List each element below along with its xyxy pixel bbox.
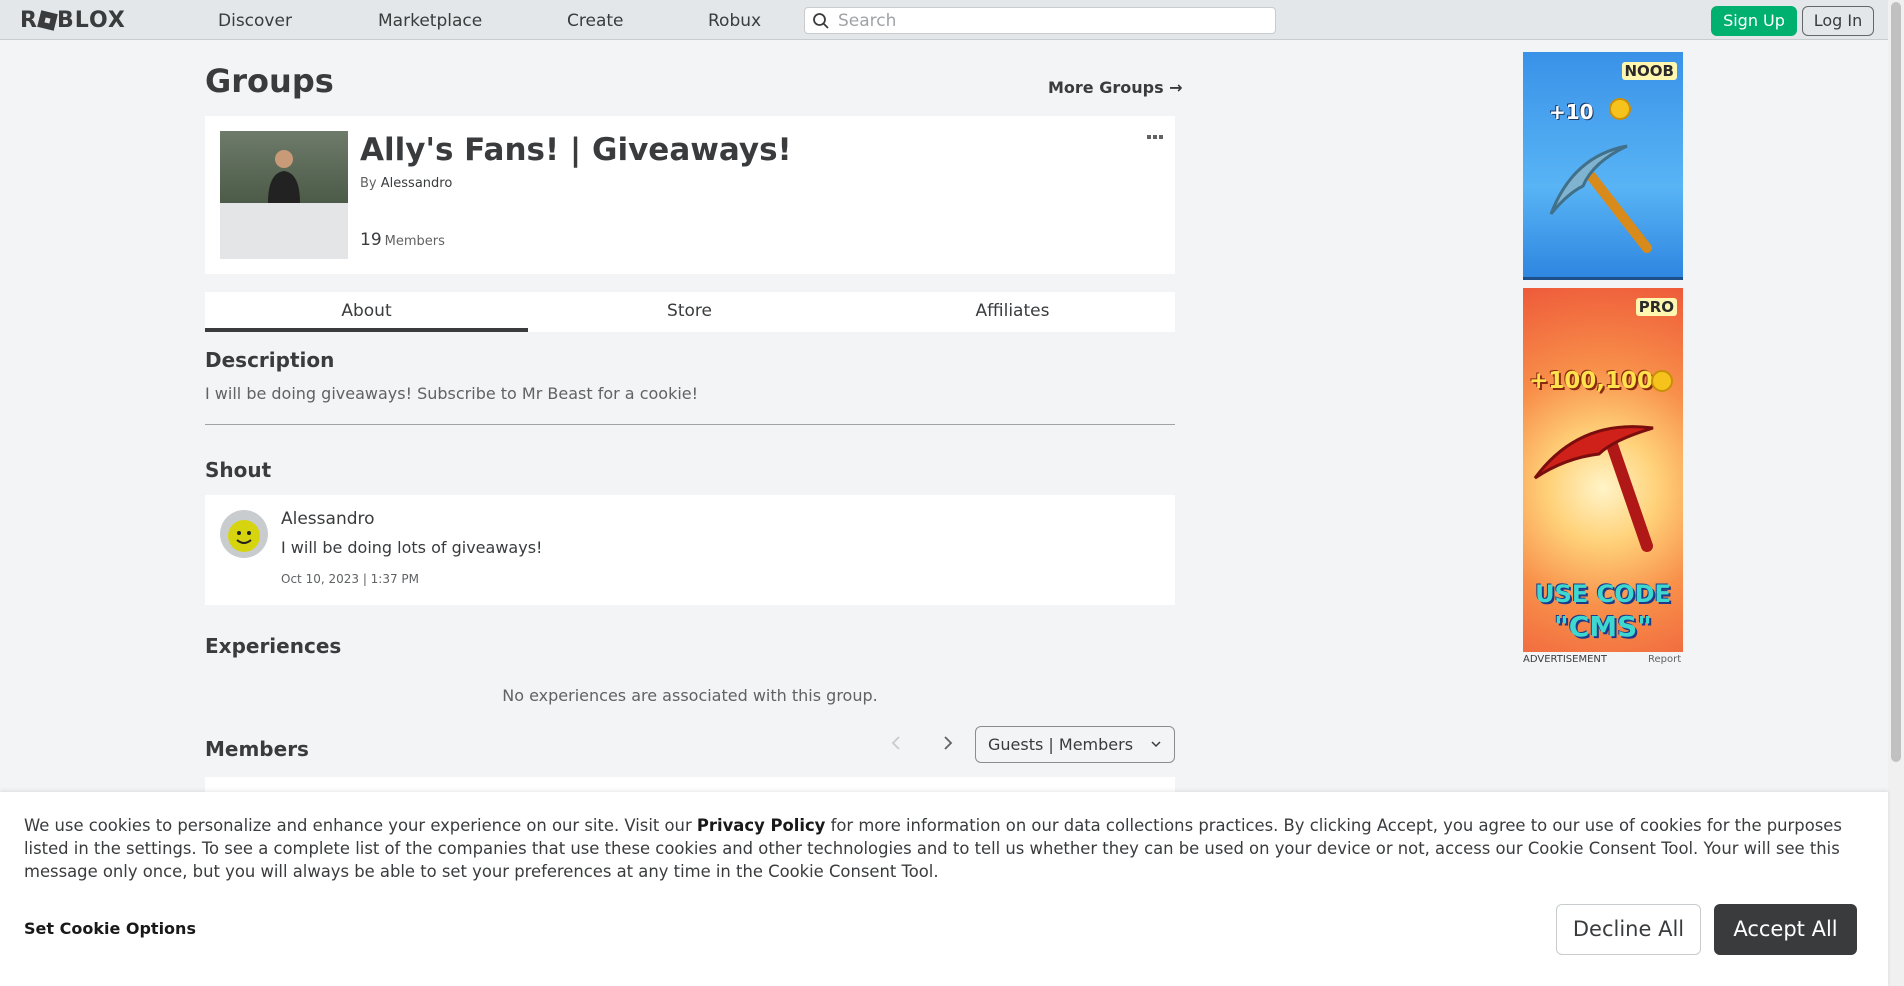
shout-body: I will be doing lots of giveaways!	[281, 538, 543, 557]
description-heading: Description	[205, 348, 335, 372]
roblox-logo[interactable]: R BLOX	[20, 8, 126, 33]
scrollbar-thumb[interactable]	[1891, 2, 1901, 762]
tab-store[interactable]: Store	[528, 292, 851, 332]
page-title: Groups	[205, 62, 334, 100]
cookie-banner: We use cookies to personalize and enhanc…	[0, 792, 1888, 986]
advertisement-banner-top[interactable]: NOOB +10	[1523, 52, 1683, 280]
role-select-value: Guests | Members	[988, 735, 1134, 754]
more-groups-link[interactable]: More Groups →	[1048, 78, 1183, 97]
pickaxe-icon	[1533, 425, 1654, 552]
member-count-label: Members	[384, 234, 445, 249]
chevron-left-icon[interactable]	[886, 732, 906, 754]
decline-all-button[interactable]: Decline All	[1556, 904, 1701, 955]
by-prefix: By	[360, 176, 377, 191]
shout-author[interactable]: Alessandro	[281, 509, 375, 529]
experiences-heading: Experiences	[205, 634, 342, 658]
ad-amount: +10	[1549, 100, 1594, 124]
nav-create[interactable]: Create	[567, 11, 624, 31]
description-text: I will be doing giveaways! Subscribe to …	[205, 384, 699, 403]
search-box[interactable]	[804, 7, 1276, 34]
cookie-message: We use cookies to personalize and enhanc…	[24, 814, 1854, 883]
advertisement-label: ADVERTISEMENT	[1523, 654, 1608, 665]
members-heading: Members	[205, 737, 309, 761]
pickaxe-icon	[1549, 144, 1652, 253]
signup-button[interactable]: Sign Up	[1711, 6, 1797, 36]
ad-code-line1: USE CODE	[1535, 580, 1671, 608]
person-figure-icon	[268, 150, 300, 203]
role-select-dropdown[interactable]: Guests | Members	[975, 726, 1175, 763]
group-member-count: 19 Members	[360, 230, 445, 250]
ad-pro-badge: PRO	[1635, 298, 1677, 316]
coin-icon	[1609, 98, 1631, 120]
set-cookie-options-link[interactable]: Set Cookie Options	[24, 919, 196, 938]
chevron-down-icon	[1151, 741, 1161, 748]
nav-discover[interactable]: Discover	[218, 11, 292, 31]
cookie-text-before: We use cookies to personalize and enhanc…	[24, 816, 697, 835]
ad-amount: +100,100	[1529, 368, 1654, 394]
chevron-right-icon[interactable]	[938, 732, 958, 754]
section-divider	[205, 424, 1175, 425]
ad-code-line2: "CMS"	[1554, 610, 1652, 643]
group-name: Ally's Fans! | Giveaways!	[360, 132, 792, 168]
nav-robux[interactable]: Robux	[708, 11, 761, 31]
group-tabs: About Store Affiliates	[205, 292, 1175, 332]
avatar[interactable]	[220, 510, 268, 558]
search-input[interactable]	[838, 10, 1258, 32]
tab-affiliates[interactable]: Affiliates	[851, 292, 1174, 332]
no-experiences-message: No experiences are associated with this …	[502, 686, 878, 705]
group-owner-line: By Alessandro	[360, 176, 452, 191]
login-button[interactable]: Log In	[1802, 6, 1874, 36]
more-dots-icon[interactable]	[1146, 134, 1164, 142]
ad-report-link[interactable]: Report	[1648, 654, 1681, 665]
member-count-value: 19	[360, 230, 382, 250]
coin-icon	[1651, 370, 1673, 392]
search-icon	[813, 13, 829, 29]
accept-all-button[interactable]: Accept All	[1714, 904, 1857, 955]
top-navbar: R BLOX Discover Marketplace Create Robux …	[0, 0, 1904, 40]
advertisement-banner-bottom[interactable]: PRO +100,100 USE CODE "CMS"	[1523, 288, 1683, 652]
shout-card: Alessandro I will be doing lots of givea…	[205, 495, 1175, 605]
tab-about[interactable]: About	[205, 292, 528, 332]
group-header-card: Ally's Fans! | Giveaways! By Alessandro …	[205, 116, 1175, 274]
privacy-policy-link[interactable]: Privacy Policy	[697, 816, 825, 835]
nav-marketplace[interactable]: Marketplace	[378, 11, 482, 31]
ad-noob-badge: NOOB	[1621, 62, 1677, 80]
logo-o-icon	[37, 10, 58, 31]
avatar-head-icon	[228, 520, 260, 552]
shout-timestamp: Oct 10, 2023 | 1:37 PM	[281, 572, 420, 586]
group-owner-link[interactable]: Alessandro	[381, 176, 453, 191]
group-emblem	[220, 131, 348, 259]
shout-heading: Shout	[205, 458, 272, 482]
